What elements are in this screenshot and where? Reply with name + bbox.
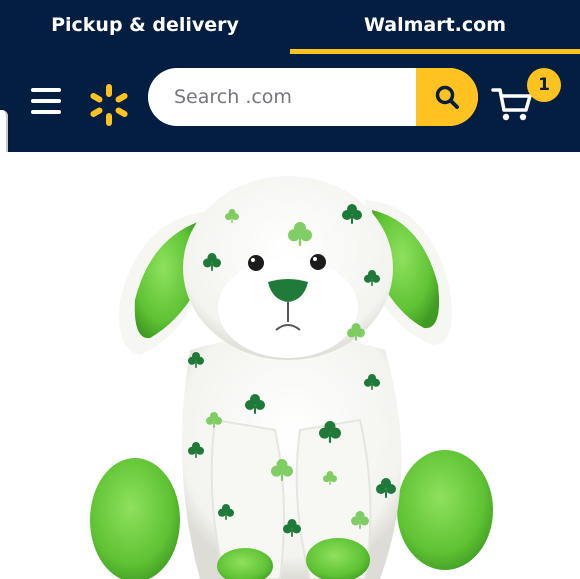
tab-pickup-delivery[interactable]: Pickup & delivery [0,0,290,56]
top-header: Pickup & delivery Walmart.com Search .co… [0,0,580,152]
cart-count-badge: 1 [527,68,561,102]
active-tab-underline [290,49,580,54]
product-image-shamrock-plush-puppy[interactable] [0,152,580,579]
hamburger-menu-button[interactable] [28,84,64,120]
tab-walmart-com-label: Walmart.com [363,14,507,36]
tab-walmart-com[interactable]: Walmart.com [290,0,580,56]
walmart-spark-icon[interactable] [86,82,132,128]
walmart-product-page: Pickup & delivery Walmart.com Search .co… [0,0,580,579]
tab-pickup-delivery-label: Pickup & delivery [51,14,239,36]
search-input[interactable] [148,68,418,126]
hamburger-menu-icon [31,88,61,114]
search-button[interactable] [416,68,478,126]
fulfillment-tabs: Pickup & delivery Walmart.com [0,0,580,56]
magnifier-search-icon [435,85,459,109]
search-bar [148,68,478,126]
